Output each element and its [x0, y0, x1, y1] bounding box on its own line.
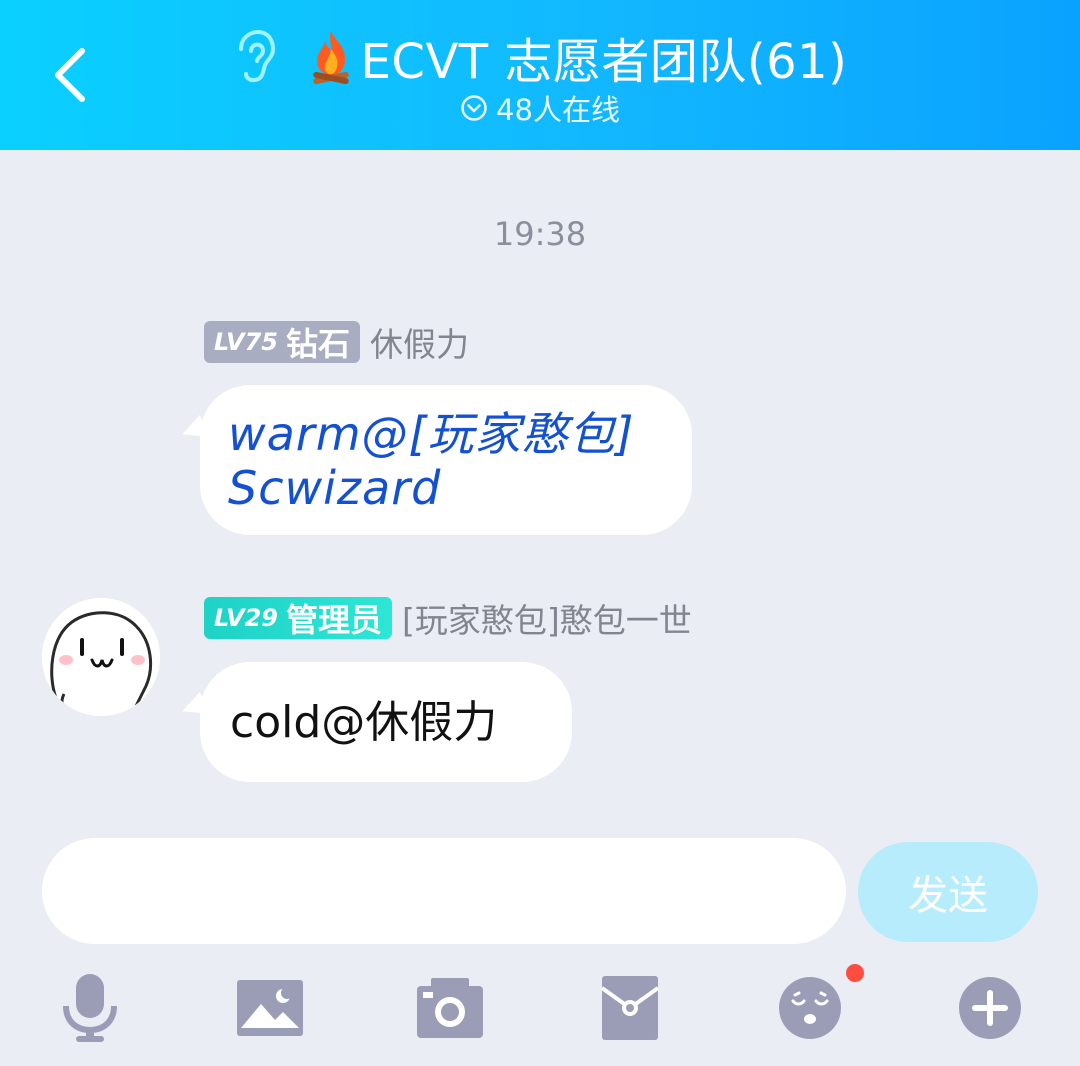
- group-title[interactable]: ECVT 志愿者团队(61): [361, 22, 848, 92]
- title-row: ECVT 志愿者团队(61): [0, 22, 1080, 92]
- voice-button[interactable]: [50, 970, 130, 1046]
- avatar[interactable]: [42, 598, 160, 716]
- level-label: LV75: [214, 328, 278, 356]
- message-input[interactable]: [42, 838, 846, 944]
- rank-label: 管理员: [285, 601, 382, 639]
- image-button[interactable]: [230, 970, 310, 1046]
- chat-header: ECVT 志愿者团队(61) 48人在线: [0, 0, 1080, 150]
- ear-icon[interactable]: [233, 29, 277, 85]
- chevron-down-circle-icon: [461, 95, 487, 121]
- fire-icon: [312, 31, 349, 85]
- red-packet-button[interactable]: [590, 970, 670, 1046]
- emoji-icon: [779, 977, 841, 1039]
- message-text: warm@[玩家憨包] Scwizard: [228, 407, 635, 515]
- message-bubble[interactable]: cold@休假力: [200, 662, 572, 782]
- sender-name[interactable]: [玩家憨包]憨包一世: [402, 594, 692, 642]
- message-header: LV29 管理员 [玩家憨包]憨包一世: [204, 594, 692, 642]
- camera-button[interactable]: [410, 970, 490, 1046]
- red-packet-icon: [600, 976, 660, 1040]
- online-count[interactable]: 48人在线: [0, 88, 1080, 128]
- message-header: LV75 钻石 休假力: [204, 318, 469, 366]
- level-badge: LV75 钻石: [204, 321, 360, 363]
- plus-icon: [959, 977, 1021, 1039]
- notification-dot: [846, 964, 864, 982]
- level-label: LV29: [214, 604, 278, 632]
- sender-name[interactable]: 休假力: [370, 318, 469, 366]
- message-bubble[interactable]: warm@[玩家憨包] Scwizard: [200, 385, 692, 535]
- level-badge: LV29 管理员: [204, 597, 392, 639]
- send-button[interactable]: 发送: [858, 842, 1038, 942]
- avatar-image: [42, 598, 160, 716]
- message-timestamp: 19:38: [493, 215, 587, 253]
- emoji-button[interactable]: [770, 970, 850, 1046]
- rank-label: 钻石: [285, 325, 350, 363]
- image-icon: [237, 980, 303, 1036]
- message-text: cold@休假力: [230, 697, 498, 748]
- more-button[interactable]: [950, 970, 1030, 1046]
- camera-icon: [417, 978, 483, 1038]
- online-text: 48人在线: [496, 93, 620, 127]
- microphone-icon: [63, 974, 117, 1042]
